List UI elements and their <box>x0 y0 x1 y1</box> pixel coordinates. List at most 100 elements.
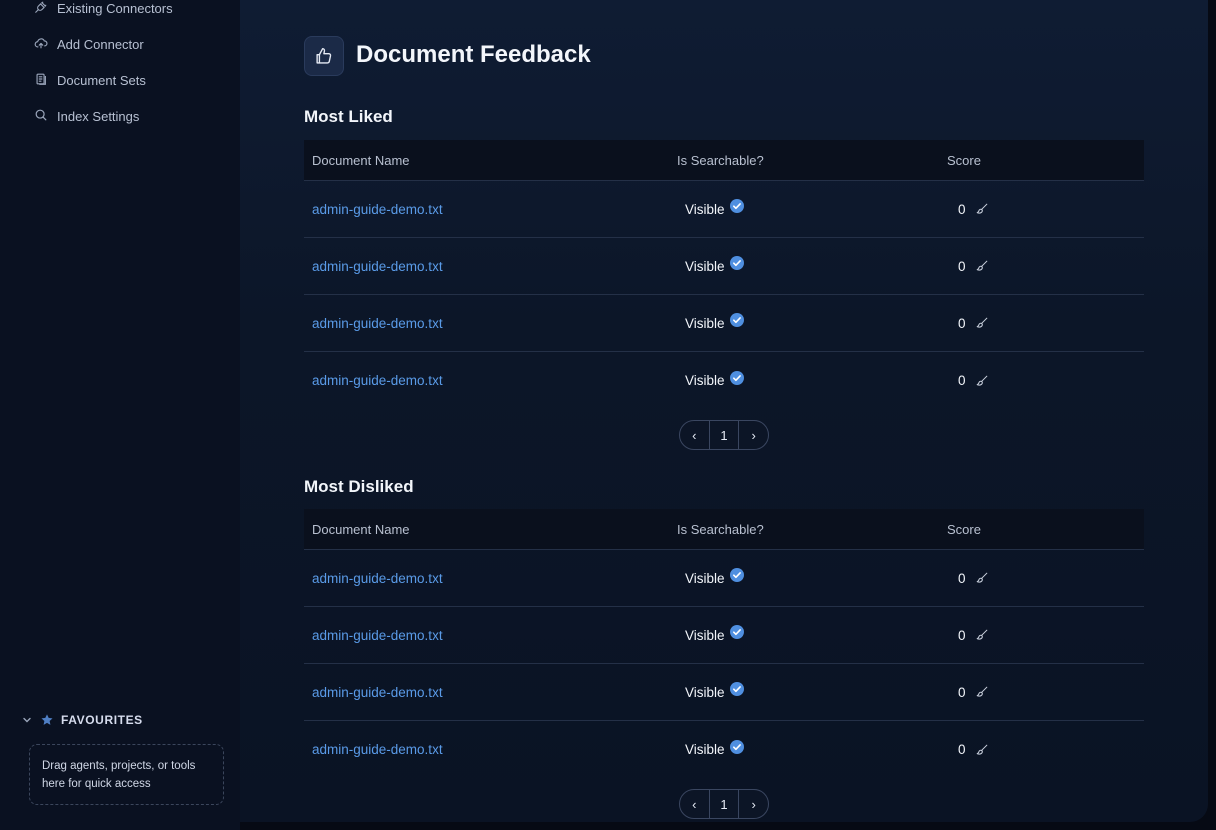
document-link[interactable]: admin-guide-demo.txt <box>312 316 443 331</box>
brush-icon[interactable] <box>975 571 989 585</box>
pagination-prev-button[interactable]: ‹ <box>680 421 709 449</box>
score-cell: 0 <box>947 685 1144 700</box>
visibility-status[interactable]: Visible <box>677 313 745 331</box>
document-name-cell: admin-guide-demo.txt <box>304 685 677 700</box>
score-cell: 0 <box>947 259 1144 274</box>
verified-check-icon <box>729 199 744 213</box>
pagination-next-button[interactable]: › <box>739 790 768 818</box>
searchable-cell: Visible <box>677 199 947 217</box>
verified-check-icon <box>729 739 744 754</box>
verified-check-icon <box>729 568 744 582</box>
document-name-cell: admin-guide-demo.txt <box>304 571 677 586</box>
pagination-page-button[interactable]: 1 <box>708 790 740 818</box>
sidebar-item-existing-connectors[interactable]: Existing Connectors <box>34 0 173 26</box>
favourites-title: FAVOURITES <box>61 713 143 727</box>
document-name-cell: admin-guide-demo.txt <box>304 316 677 331</box>
score: 0 <box>947 628 989 643</box>
most-liked-title: Most Liked <box>304 107 393 126</box>
most-disliked-title: Most Disliked <box>304 477 414 496</box>
document-link[interactable]: admin-guide-demo.txt <box>312 202 443 217</box>
column-header-searchable: Is Searchable? <box>677 521 764 537</box>
brush-icon[interactable] <box>975 743 989 757</box>
table-row: admin-guide-demo.txt Visible 0 <box>304 181 1144 238</box>
score: 0 <box>947 742 989 757</box>
visibility-label: Visible <box>685 315 725 331</box>
sidebar-nav: Existing Connectors Add Connector Docume… <box>34 0 173 134</box>
visibility-status[interactable]: Visible <box>677 568 745 586</box>
sidebar-item-label: Document Sets <box>57 72 146 88</box>
score: 0 <box>947 259 989 274</box>
document-link[interactable]: admin-guide-demo.txt <box>312 373 443 388</box>
document-link[interactable]: admin-guide-demo.txt <box>312 259 443 274</box>
table-row: admin-guide-demo.txt Visible 0 <box>304 664 1144 721</box>
score-cell: 0 <box>947 202 1144 217</box>
app-window: Existing Connectors Add Connector Docume… <box>0 0 1216 830</box>
page-title: Document Feedback <box>356 41 591 68</box>
document-name-cell: admin-guide-demo.txt <box>304 202 677 217</box>
brush-icon[interactable] <box>975 316 989 330</box>
table-header: Document Name Is Searchable? Score <box>304 509 1144 550</box>
main-content: Document Feedback Most Liked Document Na… <box>240 0 1208 822</box>
chevron-down-icon <box>23 717 31 723</box>
score-value: 0 <box>958 742 966 757</box>
visibility-status[interactable]: Visible <box>677 739 745 757</box>
brush-icon[interactable] <box>975 202 989 216</box>
visibility-label: Visible <box>685 258 725 274</box>
column-header-score: Score <box>947 521 981 537</box>
document-link[interactable]: admin-guide-demo.txt <box>312 571 443 586</box>
favourites-toggle[interactable]: FAVOURITES <box>22 713 143 727</box>
visibility-label: Visible <box>685 742 725 757</box>
document-link[interactable]: admin-guide-demo.txt <box>312 685 443 700</box>
visibility-status[interactable]: Visible <box>677 199 745 217</box>
document-name-cell: admin-guide-demo.txt <box>304 373 677 388</box>
searchable-cell: Visible <box>677 256 947 274</box>
most-liked-table: Document Name Is Searchable? Score admin… <box>304 140 1144 409</box>
score: 0 <box>947 685 989 700</box>
score-cell: 0 <box>947 373 1144 388</box>
searchable-cell: Visible <box>677 625 947 643</box>
visibility-status[interactable]: Visible <box>677 625 745 643</box>
thumbs-up-icon <box>304 36 344 76</box>
most-disliked-pagination: ‹ 1 › <box>679 789 769 819</box>
score-value: 0 <box>958 684 966 700</box>
visibility-status[interactable]: Visible <box>677 682 745 700</box>
brush-icon[interactable] <box>975 259 989 273</box>
table-row: admin-guide-demo.txt Visible 0 <box>304 550 1144 607</box>
star-icon <box>41 714 53 725</box>
brush-icon[interactable] <box>975 628 989 642</box>
pagination-next-button[interactable]: › <box>739 421 768 449</box>
score-cell: 0 <box>947 628 1144 643</box>
brush-icon[interactable] <box>975 685 989 699</box>
sidebar-item-document-sets[interactable]: Document Sets <box>34 62 173 98</box>
score-value: 0 <box>958 258 966 274</box>
score: 0 <box>947 202 989 217</box>
visibility-label: Visible <box>685 570 725 586</box>
score-value: 0 <box>958 315 966 331</box>
table-row: admin-guide-demo.txt Visible 0 <box>304 295 1144 352</box>
verified-check-icon <box>729 370 744 385</box>
table-header: Document Name Is Searchable? Score <box>304 140 1144 181</box>
pagination-prev-button[interactable]: ‹ <box>680 790 709 818</box>
score: 0 <box>947 571 989 586</box>
brush-icon[interactable] <box>975 374 989 388</box>
score-cell: 0 <box>947 571 1144 586</box>
visibility-status[interactable]: Visible <box>677 256 745 274</box>
visibility-label: Visible <box>685 684 725 700</box>
column-header-searchable: Is Searchable? <box>677 152 764 168</box>
sidebar-item-add-connector[interactable]: Add Connector <box>34 26 173 62</box>
sidebar-item-label: Existing Connectors <box>57 0 173 16</box>
pagination-page-button[interactable]: 1 <box>708 421 740 449</box>
score-cell: 0 <box>947 742 1144 757</box>
searchable-cell: Visible <box>677 313 947 331</box>
visibility-label: Visible <box>685 373 725 388</box>
table-row: admin-guide-demo.txt Visible 0 <box>304 352 1144 409</box>
column-header-score: Score <box>947 152 981 168</box>
sidebar-item-index-settings[interactable]: Index Settings <box>34 98 173 134</box>
visibility-status[interactable]: Visible <box>677 370 745 388</box>
document-link[interactable]: admin-guide-demo.txt <box>312 742 443 757</box>
favourites-drop-zone[interactable]: Drag agents, projects, or tools here for… <box>29 744 224 805</box>
score-value: 0 <box>958 373 966 388</box>
searchable-cell: Visible <box>677 568 947 586</box>
document-link[interactable]: admin-guide-demo.txt <box>312 628 443 643</box>
cloud-upload-icon <box>34 36 50 52</box>
